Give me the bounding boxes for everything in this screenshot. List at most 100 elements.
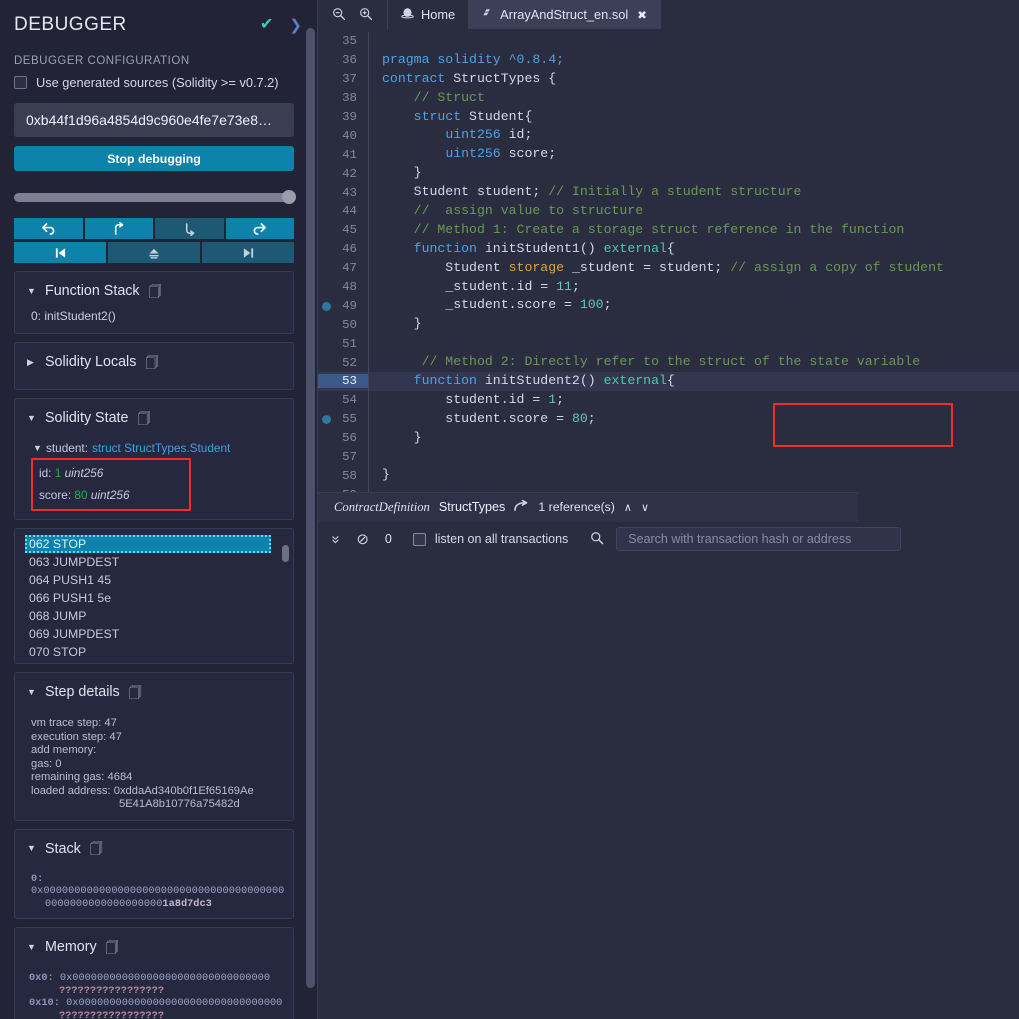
step-details-title: Step details <box>45 684 120 700</box>
jump-out-icon[interactable] <box>108 242 200 263</box>
code-line[interactable]: 49 _student.score = 100; <box>318 296 1019 315</box>
step-over-icon[interactable] <box>226 218 295 239</box>
state-variable-row[interactable]: ▼ student: struct StructTypes.Student <box>15 441 293 455</box>
memory-ascii: ????????????????? <box>15 985 293 998</box>
search-input[interactable]: Search with transaction hash or address <box>616 527 901 551</box>
zoom-out-icon[interactable] <box>332 7 346 23</box>
caret-down-icon[interactable]: ▼ <box>27 287 36 296</box>
function-stack-header[interactable]: ▼ Function Stack 🗍 <box>15 280 293 302</box>
zoom-in-icon[interactable] <box>359 7 373 23</box>
code-line[interactable]: 52 // Method 2: Directly refer to the st… <box>318 353 1019 372</box>
tab-home-label: Home <box>421 7 455 22</box>
reference-count[interactable]: 1 reference(s) <box>538 500 615 514</box>
copy-icon[interactable]: 🗍 <box>129 686 142 699</box>
line-number: 39 <box>318 110 368 124</box>
code-line[interactable]: 57 <box>318 448 1019 467</box>
opcode-item[interactable]: 069 JUMPDEST <box>15 625 293 643</box>
code-line[interactable]: 45 // Method 1: Create a storage struct … <box>318 221 1019 240</box>
opcode-item[interactable]: 068 JUMP <box>15 607 293 625</box>
close-icon[interactable]: ✖ <box>637 8 647 22</box>
opcodes-scrollbar[interactable] <box>282 545 289 562</box>
jump-to-previous-breakpoint-icon[interactable] <box>14 242 106 263</box>
caret-down-icon[interactable]: ▼ <box>27 943 36 952</box>
step-slider[interactable] <box>14 189 294 205</box>
sidebar-scrollbar[interactable] <box>306 28 315 988</box>
copy-icon[interactable]: 🗍 <box>106 941 119 954</box>
copy-icon[interactable]: 🗍 <box>137 412 150 425</box>
use-generated-sources-row[interactable]: Use generated sources (Solidity >= v0.7.… <box>14 75 294 90</box>
code-line[interactable]: 39 struct Student{ <box>318 108 1019 127</box>
code-line[interactable]: 58} <box>318 466 1019 485</box>
search-icon[interactable] <box>590 531 604 548</box>
opcode-selected[interactable]: 062 STOP <box>25 535 271 553</box>
code-line[interactable]: 44 // assign value to structure <box>318 202 1019 221</box>
step-into-icon[interactable] <box>85 218 154 239</box>
use-generated-sources-checkbox[interactable] <box>14 76 27 89</box>
opcode-item[interactable]: 070 STOP <box>15 643 293 661</box>
code-line[interactable]: 59 <box>318 485 1019 491</box>
step-out-icon[interactable] <box>155 218 224 239</box>
listen-all-transactions-checkbox[interactable] <box>413 533 426 546</box>
step-back-icon[interactable] <box>14 218 83 239</box>
code-line[interactable]: 37contract StructTypes { <box>318 70 1019 89</box>
breakpoint-dot[interactable] <box>322 302 331 311</box>
chevron-up-icon[interactable]: ∧ <box>624 501 632 514</box>
code-text: } <box>368 164 422 183</box>
solidity-locals-header[interactable]: ▶ Solidity Locals 🗍 <box>15 351 293 373</box>
jump-to-next-breakpoint-icon[interactable] <box>202 242 294 263</box>
chevron-down-icon[interactable]: ∨ <box>641 501 649 514</box>
code-line[interactable]: 53 function initStudent2() external{ <box>318 372 1019 391</box>
step-slider-track[interactable] <box>14 193 294 202</box>
opcode-item[interactable]: 064 PUSH1 45 <box>15 571 293 589</box>
use-generated-sources-label: Use generated sources (Solidity >= v0.7.… <box>36 75 279 90</box>
tab-home[interactable]: Home <box>387 0 468 29</box>
solidity-state-header[interactable]: ▼ Solidity State 🗍 <box>15 407 293 429</box>
chevron-right-icon[interactable]: ❯ <box>289 18 302 33</box>
code-line[interactable]: 56 } <box>318 429 1019 448</box>
opcodes-panel[interactable]: 062 STOP 063 JUMPDEST 064 PUSH1 45 066 P… <box>14 528 294 664</box>
caret-down-icon[interactable]: ▼ <box>27 414 36 423</box>
copy-icon[interactable]: 🗍 <box>90 842 103 855</box>
code-line[interactable]: 40 uint256 id; <box>318 126 1019 145</box>
code-line[interactable]: 36pragma solidity ^0.8.4; <box>318 51 1019 70</box>
caret-down-icon[interactable]: ▼ <box>33 444 42 453</box>
code-line[interactable]: 55 student.score = 80; <box>318 410 1019 429</box>
code-line[interactable]: 48 _student.id = 11; <box>318 278 1019 297</box>
step-detail-row: remaining gas: 4684 <box>31 771 293 785</box>
function-stack-title: Function Stack <box>45 283 140 299</box>
step-slider-thumb[interactable] <box>282 190 296 204</box>
stack-header[interactable]: ▼ Stack 🗍 <box>15 838 293 860</box>
copy-icon[interactable]: 🗍 <box>149 285 162 298</box>
collapse-icon[interactable]: » <box>328 535 345 543</box>
step-detail-value: 4684 <box>108 771 133 783</box>
memory-header[interactable]: ▼ Memory 🗍 <box>15 936 293 958</box>
code-line[interactable]: 54 student.id = 1; <box>318 391 1019 410</box>
caret-down-icon[interactable]: ▼ <box>27 844 36 853</box>
code-editor[interactable]: 35 36pragma solidity ^0.8.4;37contract S… <box>318 29 1019 492</box>
opcode-item[interactable]: 063 JUMPDEST <box>15 553 293 571</box>
code-line[interactable]: 43 Student student; // Initially a stude… <box>318 183 1019 202</box>
tab-arrayandstruct-sol[interactable]: ArrayAndStruct_en.sol ✖ <box>468 0 661 29</box>
clear-console-icon[interactable]: ⊘ <box>356 530 369 548</box>
state-field-score-value: 80 <box>74 488 87 502</box>
code-line[interactable]: 35 <box>318 32 1019 51</box>
code-line[interactable]: 47 Student storage _student = student; /… <box>318 259 1019 278</box>
opcode-item[interactable]: 066 PUSH1 5e <box>15 589 293 607</box>
code-line[interactable]: 38 // Struct <box>318 89 1019 108</box>
code-line[interactable]: 42 } <box>318 164 1019 183</box>
stop-debugging-button[interactable]: Stop debugging <box>14 146 294 171</box>
copy-icon[interactable]: 🗍 <box>145 356 158 369</box>
code-line[interactable]: 50 } <box>318 315 1019 334</box>
caret-down-icon[interactable]: ▼ <box>27 688 36 697</box>
code-line[interactable]: 51 <box>318 334 1019 353</box>
transaction-address-input[interactable]: 0xb44f1d96a4854d9c960e4fe7e73e8… <box>14 103 294 137</box>
code-text <box>368 448 390 467</box>
state-variable-type[interactable]: struct StructTypes.Student <box>92 441 230 455</box>
arrow-right-icon[interactable] <box>514 500 529 515</box>
solidity-state-title: Solidity State <box>45 410 128 426</box>
code-line[interactable]: 46 function initStudent1() external{ <box>318 240 1019 259</box>
step-details-header[interactable]: ▼ Step details 🗍 <box>15 681 293 703</box>
code-line[interactable]: 41 uint256 score; <box>318 145 1019 164</box>
check-icon[interactable]: ✔ <box>260 17 273 33</box>
caret-right-icon[interactable]: ▶ <box>27 358 36 367</box>
